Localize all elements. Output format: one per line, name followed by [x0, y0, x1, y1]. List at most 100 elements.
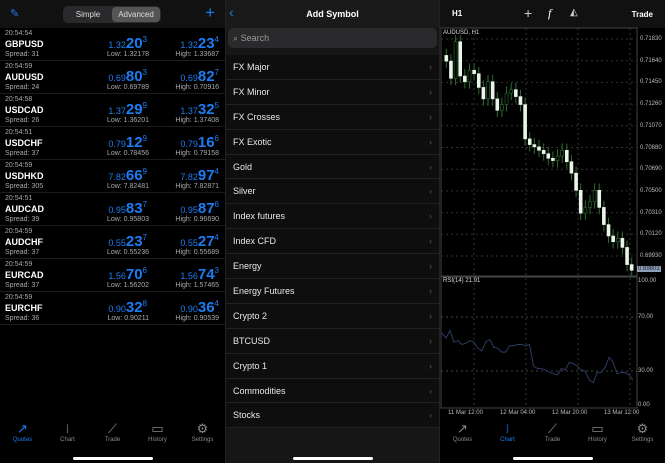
- quote-row[interactable]: 20:54:59 AUDUSD Spread: 24 0.69803 0.698…: [0, 61, 225, 94]
- candle: [541, 149, 546, 155]
- tab-label: Settings: [631, 437, 654, 443]
- segment-simple[interactable]: Simple: [64, 7, 112, 22]
- bid-price[interactable]: 1.32203: [108, 35, 147, 52]
- quote-low: Low: 1.36201: [106, 117, 149, 124]
- tab-settings[interactable]: ⚙ Settings: [180, 420, 225, 450]
- ask-price[interactable]: 1.32234: [180, 35, 219, 52]
- candle: [620, 237, 625, 248]
- category-item[interactable]: Commodities ›: [226, 379, 439, 404]
- tab-chart[interactable]: ⧘ Chart: [485, 420, 530, 450]
- bid-price[interactable]: 1.37299: [108, 101, 147, 118]
- tab-trade[interactable]: ⟋ Trade: [90, 420, 135, 450]
- edit-pencil-icon[interactable]: ✎: [10, 7, 19, 20]
- tab-label: Chart: [60, 437, 75, 443]
- quote-row[interactable]: 20:54:51 USDCHF Spread: 37 0.79129 0.791…: [0, 127, 225, 160]
- bid-price[interactable]: 0.69803: [108, 68, 147, 85]
- category-item[interactable]: Index futures ›: [226, 204, 439, 230]
- bid-price[interactable]: 0.90328: [108, 299, 147, 316]
- category-label: Crypto 1: [233, 360, 268, 371]
- quote-time: 20:54:54: [5, 30, 33, 37]
- category-item[interactable]: Index CFD ›: [226, 229, 439, 255]
- quote-row[interactable]: 20:54:59 USDHKD Spread: 305 7.82669 7.82…: [0, 160, 225, 193]
- quote-high: High: 0.96690: [175, 216, 219, 223]
- quote-row[interactable]: 20:54:59 EURCAD Spread: 37 1.56706 1.567…: [0, 259, 225, 292]
- bid-price[interactable]: 0.95837: [108, 200, 147, 217]
- add-symbol-plus-icon[interactable]: +: [205, 3, 215, 23]
- category-item[interactable]: Energy Futures ›: [226, 279, 439, 304]
- candle: [625, 247, 629, 265]
- ask-price[interactable]: 0.90364: [180, 299, 219, 316]
- chart-symbol-label: AUDUSD, H1: [443, 30, 480, 36]
- category-item[interactable]: Crypto 1 ›: [226, 354, 439, 379]
- tab-settings[interactable]: ⚙ Settings: [620, 420, 665, 450]
- search-input[interactable]: ⌕ Search: [228, 28, 437, 48]
- search-icon: ⌕: [233, 33, 239, 43]
- ask-price[interactable]: 1.37325: [180, 101, 219, 118]
- quote-symbol: EURCHF: [5, 303, 43, 313]
- tab-trade[interactable]: ⟋ Trade: [530, 420, 575, 450]
- candle: [500, 104, 504, 111]
- settings-icon: ⚙: [196, 421, 209, 436]
- chevron-right-icon: ›: [429, 310, 432, 321]
- quote-spread: Spread: 36: [5, 315, 40, 322]
- candle: [472, 69, 476, 75]
- candle: [481, 87, 486, 100]
- bid-price[interactable]: 7.82669: [108, 167, 147, 184]
- category-item[interactable]: FX Minor ›: [226, 80, 439, 105]
- ask-price[interactable]: 7.82974: [180, 167, 219, 184]
- tab-chart[interactable]: ⧘ Chart: [45, 420, 90, 450]
- bid-price[interactable]: 0.79129: [108, 134, 147, 151]
- category-item[interactable]: Stocks ›: [226, 403, 439, 429]
- chevron-right-icon: ›: [429, 286, 432, 297]
- quote-row[interactable]: 20:54:59 EURCHF Spread: 36 0.90328 0.903…: [0, 292, 225, 325]
- candle: [592, 189, 597, 203]
- ask-price[interactable]: 1.56743: [180, 266, 219, 283]
- quote-symbol: USDCAD: [5, 105, 44, 115]
- quote-row[interactable]: 20:54:59 AUDCHF Spread: 37 0.55237 0.552…: [0, 226, 225, 259]
- category-item[interactable]: FX Major ›: [226, 55, 439, 80]
- bid-price[interactable]: 0.55237: [108, 233, 147, 250]
- quotes-icon: ↗: [457, 421, 468, 436]
- home-indicator: [72, 457, 153, 460]
- tab-history[interactable]: ▭ History: [575, 420, 620, 450]
- category-item[interactable]: FX Crosses ›: [226, 105, 439, 130]
- quote-time: 20:54:59: [5, 228, 33, 235]
- candle: [578, 189, 583, 214]
- ask-price[interactable]: 0.79166: [180, 134, 219, 151]
- category-item[interactable]: Crypto 2 ›: [226, 304, 439, 329]
- home-indicator: [292, 457, 373, 460]
- tab-label: Quotes: [12, 437, 33, 443]
- tab-quotes[interactable]: ↗ Quotes: [440, 420, 485, 450]
- tab-history[interactable]: ▭ History: [135, 420, 180, 450]
- bid-price[interactable]: 1.56706: [108, 266, 147, 283]
- segment-advanced[interactable]: Advanced: [112, 7, 160, 22]
- quote-row[interactable]: 20:54:58 USDCAD Spread: 26 1.37299 1.373…: [0, 94, 225, 127]
- ask-price[interactable]: 0.55274: [180, 233, 219, 250]
- candle: [495, 98, 500, 111]
- quote-row[interactable]: 20:54:51 AUDCAD Spread: 39 0.95837 0.958…: [0, 193, 225, 226]
- ask-price[interactable]: 0.69827: [180, 68, 219, 85]
- ask-price[interactable]: 0.95876: [180, 200, 219, 217]
- category-item[interactable]: BTCUSD ›: [226, 329, 439, 354]
- tab-quotes[interactable]: ↗ Quotes: [0, 420, 45, 450]
- tab-label: Chart: [500, 437, 515, 443]
- price-chart[interactable]: [440, 0, 665, 420]
- category-label: FX Exotic: [233, 136, 272, 147]
- quote-row[interactable]: 20:54:54 GBPUSD Spread: 31 1.32203 1.322…: [0, 28, 225, 61]
- quote-symbol: USDHKD: [5, 171, 44, 181]
- quote-low: Low: 0.90211: [107, 315, 149, 322]
- candle: [546, 153, 551, 159]
- rsi-tick: 30.00: [638, 368, 654, 374]
- quote-time: 20:54:59: [5, 162, 33, 169]
- candle: [523, 104, 527, 140]
- category-item[interactable]: FX Exotic ›: [226, 130, 439, 155]
- category-item[interactable]: Silver ›: [226, 179, 439, 205]
- candle: [463, 75, 467, 83]
- quote-spread: Spread: 26: [5, 117, 40, 124]
- rsi-tick: 70.00: [638, 314, 654, 320]
- candle: [588, 201, 592, 208]
- price-tick: 0.69930: [640, 253, 662, 259]
- quote-low: Low: 0.69789: [106, 84, 149, 91]
- category-item[interactable]: Gold ›: [226, 155, 439, 180]
- category-item[interactable]: Energy ›: [226, 254, 439, 280]
